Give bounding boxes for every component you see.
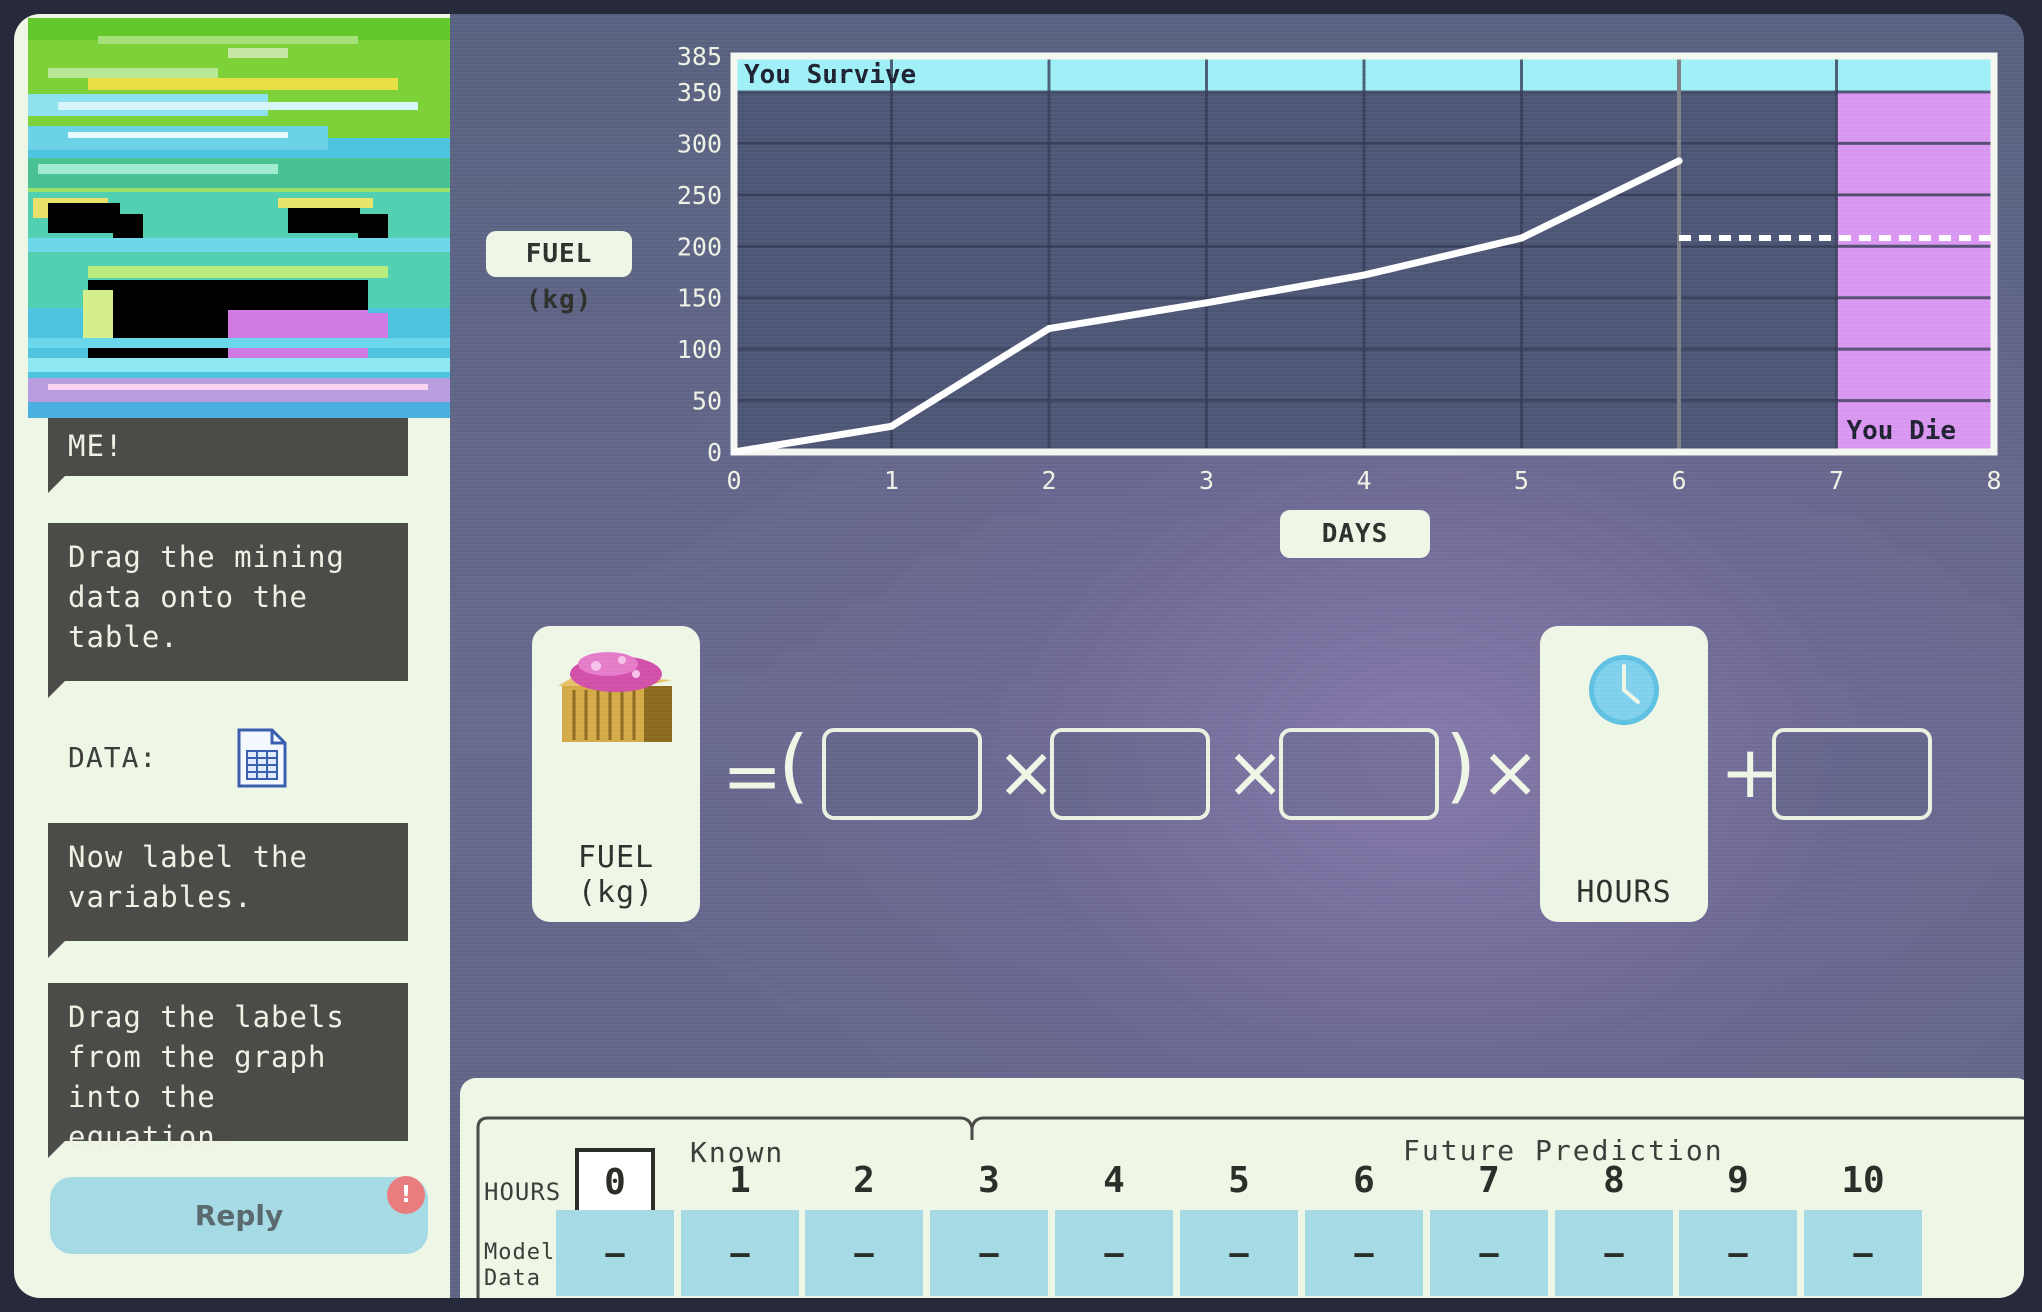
hours-variable-card: HOURS <box>1540 626 1708 922</box>
game-frame: ME! Drag the mining data onto the table.… <box>14 14 2024 1298</box>
glitched-avatar-image <box>28 18 450 418</box>
hour-header: 2 <box>853 1160 875 1201</box>
y-tick-label: 50 <box>692 387 722 416</box>
multiply-sign: × <box>1480 730 1541 814</box>
chat-message: Drag the labels from the graph into the … <box>48 983 408 1158</box>
hour-header: 3 <box>978 1160 1000 1201</box>
clock-icon <box>1589 655 1659 725</box>
y-tick-label: 300 <box>677 129 722 158</box>
x-tick-label: 8 <box>1986 466 2001 495</box>
hour-header: 1 <box>729 1160 751 1201</box>
x-axis-label[interactable]: DAYS <box>1280 510 1430 558</box>
hour-header: 5 <box>1228 1160 1250 1201</box>
equation-slot[interactable] <box>1772 728 1932 820</box>
equation-slot[interactable] <box>1279 728 1439 820</box>
y-tick-label: 100 <box>677 335 722 364</box>
survive-zone-label: You Survive <box>744 60 916 90</box>
x-tick-label: 2 <box>1041 466 1056 495</box>
hour-header: 6 <box>1353 1160 1375 1201</box>
data-point <box>1518 234 1525 242</box>
spreadsheet-file-icon[interactable] <box>236 727 288 793</box>
data-row: DATA: <box>48 719 408 789</box>
chat-message: Drag the mining data onto the table. <box>48 523 408 698</box>
fuel-crate-icon <box>558 652 672 742</box>
y-tick-label: 200 <box>677 232 722 261</box>
modeled-data-cell[interactable]: – <box>1180 1210 1298 1296</box>
x-tick-label: 1 <box>884 466 899 495</box>
x-tick-label: 6 <box>1671 466 1686 495</box>
data-point <box>1675 157 1683 165</box>
hour-header: 9 <box>1727 1160 1749 1201</box>
alert-badge: ! <box>387 1176 425 1214</box>
x-tick-label: 0 <box>726 466 741 495</box>
modeled-data-cell[interactable]: – <box>805 1210 923 1296</box>
chat-sidebar: ME! Drag the mining data onto the table.… <box>14 14 450 1298</box>
modeled-data-cell[interactable]: – <box>681 1210 799 1296</box>
data-point <box>1360 271 1368 279</box>
equation-slot[interactable] <box>822 728 982 820</box>
x-tick-label: 7 <box>1829 466 1844 495</box>
hour-header: 7 <box>1478 1160 1500 1201</box>
equals-sign: = <box>722 734 783 818</box>
equation-slot[interactable] <box>1050 728 1210 820</box>
modeled-data-cell[interactable]: – <box>930 1210 1048 1296</box>
modeled-data-cell[interactable]: – <box>1430 1210 1548 1296</box>
chat-message: Now label the variables. <box>48 823 408 958</box>
hour-header-selected: 0 <box>575 1148 655 1218</box>
character-avatar <box>28 18 450 418</box>
modeled-data-cell[interactable]: – <box>1804 1210 1922 1296</box>
hour-header: 10 <box>1841 1160 1885 1201</box>
modeled-data-cell[interactable]: – <box>1679 1210 1797 1296</box>
y-tick-label: 150 <box>677 284 722 313</box>
fuel-variable-card: FUEL (kg) <box>532 626 700 922</box>
close-paren: ) <box>1445 719 1477 812</box>
hours-row-label: HOURS <box>484 1178 562 1206</box>
y-tick-label: 350 <box>677 78 722 107</box>
chat-message: ME! <box>48 418 408 493</box>
multiply-sign: × <box>1225 730 1286 814</box>
open-paren: ( <box>778 719 810 812</box>
reply-button[interactable]: Reply <box>50 1177 428 1254</box>
data-point <box>1045 325 1053 333</box>
die-zone-label: You Die <box>1847 416 1957 446</box>
modeled-data-cell[interactable]: – <box>1305 1210 1423 1296</box>
x-tick-label: 3 <box>1199 466 1214 495</box>
y-tick-label: 250 <box>677 181 722 210</box>
modeled-data-cell[interactable]: – <box>1055 1210 1173 1296</box>
fuel-card-label: FUEL (kg) <box>577 840 655 910</box>
die-zone <box>1836 92 1994 452</box>
data-label: DATA: <box>68 741 158 774</box>
hour-header: 8 <box>1603 1160 1625 1201</box>
y-axis-label[interactable]: FUEL (kg) <box>486 231 632 315</box>
data-point <box>730 448 738 456</box>
modeled-data-cell[interactable]: – <box>556 1210 674 1296</box>
y-tick-label: 385 <box>677 42 722 71</box>
hour-header: 4 <box>1103 1160 1125 1201</box>
data-point <box>888 422 895 430</box>
x-tick-label: 5 <box>1514 466 1529 495</box>
multiply-sign: × <box>996 730 1057 814</box>
hours-card-label: HOURS <box>1576 875 1672 910</box>
x-tick-label: 4 <box>1356 466 1371 495</box>
modeled-data-cell[interactable]: – <box>1555 1210 1673 1296</box>
data-point <box>1203 299 1210 307</box>
fuel-chart: You SurviveYou Die0501001502002503003503… <box>677 42 2002 495</box>
y-tick-label: 0 <box>707 438 722 467</box>
